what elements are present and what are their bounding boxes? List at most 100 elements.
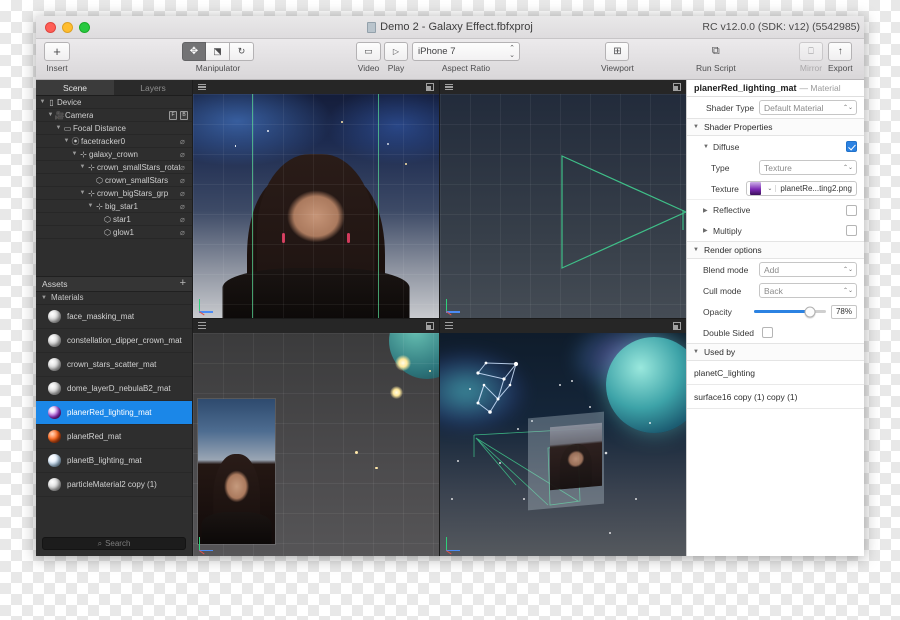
mirror-button[interactable]: ⎕ (799, 42, 823, 61)
expand-icon[interactable] (673, 321, 681, 330)
viewport-bottom-left[interactable] (193, 318, 439, 556)
multiply-checkbox[interactable] (846, 225, 857, 236)
tab-layers[interactable]: Layers (114, 80, 192, 96)
hamburger-icon[interactable] (445, 322, 453, 329)
tree-item-facetracker0[interactable]: ▼ ⦿ facetracker0 ⌀ (36, 135, 192, 148)
asset-item-particlematerial2-copy-1[interactable]: particleMaterial2 copy (1) (36, 473, 192, 497)
diffuse-checkbox[interactable] (846, 141, 857, 152)
asset-item-constellation-dipper-crown-mat[interactable]: constellation_dipper_crown_mat (36, 329, 192, 353)
scale-tool-button[interactable]: ⬔ (206, 42, 230, 61)
reflective-row[interactable]: ▶ Reflective (687, 199, 864, 220)
hamburger-icon[interactable] (198, 322, 206, 329)
opacity-slider-knob[interactable] (804, 306, 816, 317)
disclosure-triangle-icon[interactable]: ▼ (47, 112, 54, 118)
tree-item-crown-smallstars-rotator[interactable]: ▼ ⊹ crown_smallStars_rotator ⌀ (36, 161, 192, 174)
viewport-canvas[interactable] (440, 332, 686, 556)
asset-item-dome-layerd-nebulab2-mat[interactable]: dome_layerD_nebulaB2_mat (36, 377, 192, 401)
expand-icon[interactable] (673, 83, 681, 91)
disclosure-triangle-icon[interactable]: ▼ (41, 295, 48, 301)
traffic-lights[interactable] (36, 21, 90, 33)
opacity-control[interactable]: 78% (754, 304, 857, 319)
disclosure-triangle-icon[interactable]: ▼ (55, 125, 62, 131)
viewport-top-right[interactable] (440, 80, 686, 318)
texture-picker[interactable]: ⌄ planetRe...ting2.png (746, 181, 857, 196)
viewport-bottom-right[interactable] (440, 318, 686, 556)
visibility-icon[interactable]: ⌀ (180, 202, 188, 211)
run-script-button[interactable]: ⧉ (704, 42, 728, 61)
disclosure-triangle-icon[interactable]: ▼ (693, 247, 699, 253)
multiply-row[interactable]: ▶ Multiply (687, 220, 864, 241)
tree-item-device[interactable]: ▼ ▯ Device (36, 96, 192, 109)
tree-item-big-star1[interactable]: ▼ ⊹ big_star1 ⌀ (36, 200, 192, 213)
tab-scene[interactable]: Scene (36, 80, 114, 96)
tree-item-star1[interactable]: ⬡ star1 ⌀ (36, 213, 192, 226)
used-by-item[interactable]: planetC_lighting (687, 361, 864, 385)
double-sided-checkbox[interactable] (762, 327, 774, 338)
tree-item-camera[interactable]: ▼ 🎥 Camera F B (36, 109, 192, 122)
visibility-icon[interactable]: ⌀ (180, 176, 188, 185)
rotate-tool-button[interactable]: ↻ (230, 42, 254, 61)
visibility-icon[interactable]: ⌀ (180, 189, 188, 198)
expand-icon[interactable] (426, 83, 434, 91)
aspect-ratio-select[interactable]: iPhone 7 ⌃ ⌄ (412, 42, 520, 61)
reflective-checkbox[interactable] (846, 204, 857, 216)
disclosure-triangle-icon[interactable]: ▼ (693, 349, 699, 355)
disclosure-triangle-icon[interactable]: ▼ (63, 138, 70, 144)
disclosure-triangle-icon[interactable]: ▼ (39, 99, 46, 105)
disclosure-triangle-icon[interactable]: ▶ (703, 227, 709, 234)
asset-item-planetb-lighting-mat[interactable]: planetB_lighting_mat (36, 449, 192, 473)
texture-swatch[interactable] (750, 182, 762, 195)
search-input[interactable]: ⌕ Search (42, 537, 186, 550)
visibility-icon[interactable]: ⌀ (180, 137, 188, 146)
visibility-icon[interactable]: ⌀ (180, 163, 188, 172)
viewport-button[interactable]: ⊞ (605, 42, 630, 61)
diffuse-type-select[interactable]: Texture ⌃⌄ (759, 160, 857, 175)
viewport-canvas[interactable] (193, 94, 439, 318)
opacity-value[interactable]: 78% (831, 304, 857, 319)
zoom-button[interactable] (79, 21, 90, 33)
viewport-canvas[interactable] (440, 94, 686, 318)
materials-group-header[interactable]: ▼ Materials (36, 291, 192, 305)
viewport-canvas[interactable] (193, 332, 439, 556)
tree-item-focal-distance[interactable]: ▼ ▭ Focal Distance (36, 122, 192, 135)
shader-properties-section[interactable]: ▼ Shader Properties (687, 118, 864, 136)
disclosure-triangle-icon[interactable]: ▶ (703, 207, 709, 214)
disclosure-triangle-icon[interactable]: ▼ (79, 164, 86, 170)
insert-button[interactable]: + (44, 42, 70, 61)
diffuse-row[interactable]: ▼ Diffuse (687, 136, 864, 157)
close-button[interactable] (45, 21, 56, 33)
disclosure-triangle-icon[interactable]: ▼ (87, 203, 94, 209)
camera-badges[interactable]: F B (169, 110, 188, 120)
used-by-item[interactable]: surface16 copy (1) copy (1) (687, 385, 864, 409)
play-button[interactable]: ▷ (384, 42, 408, 61)
back-camera-badge[interactable]: B (180, 110, 188, 120)
disclosure-triangle-icon[interactable]: ▼ (693, 124, 699, 130)
hamburger-icon[interactable] (445, 83, 453, 91)
tree-item-galaxy-crown[interactable]: ▼ ⊹ galaxy_crown ⌀ (36, 148, 192, 161)
opacity-slider[interactable] (754, 306, 826, 317)
disclosure-triangle-icon[interactable]: ▼ (703, 144, 709, 150)
export-button[interactable]: ↑ (828, 42, 853, 61)
tree-item-crown-bigstars-grp[interactable]: ▼ ⊹ crown_bigStars_grp ⌀ (36, 187, 192, 200)
tree-item-glow1[interactable]: ⬡ glow1 ⌀ (36, 226, 192, 239)
visibility-icon[interactable]: ⌀ (180, 228, 188, 237)
used-by-section[interactable]: ▼ Used by (687, 343, 864, 361)
shader-type-select[interactable]: Default Material ⌃⌄ (759, 100, 857, 115)
move-tool-button[interactable]: ✥ (182, 42, 206, 61)
video-button[interactable]: ▭ (356, 42, 381, 61)
disclosure-triangle-icon[interactable]: ▼ (71, 151, 78, 157)
asset-item-crown-stars-scatter-mat[interactable]: crown_stars_scatter_mat (36, 353, 192, 377)
tree-item-crown-smallstars[interactable]: ⬡ crown_smallStars ⌀ (36, 174, 192, 187)
expand-icon[interactable] (426, 321, 434, 330)
asset-item-planetred-mat[interactable]: planetRed_mat (36, 425, 192, 449)
render-options-section[interactable]: ▼ Render options (687, 241, 864, 259)
asset-item-face-masking-mat[interactable]: face_masking_mat (36, 305, 192, 329)
asset-item-planerred-lighting-mat[interactable]: planerRed_lighting_mat (36, 400, 192, 425)
visibility-icon[interactable]: ⌀ (180, 215, 188, 224)
minimize-button[interactable] (62, 21, 73, 33)
cull-mode-select[interactable]: Back ⌃⌄ (759, 283, 857, 298)
blend-mode-select[interactable]: Add ⌃⌄ (759, 262, 857, 277)
chevron-down-icon[interactable]: ⌄ (764, 185, 777, 192)
disclosure-triangle-icon[interactable]: ▼ (79, 190, 86, 196)
front-camera-badge[interactable]: F (169, 110, 177, 120)
